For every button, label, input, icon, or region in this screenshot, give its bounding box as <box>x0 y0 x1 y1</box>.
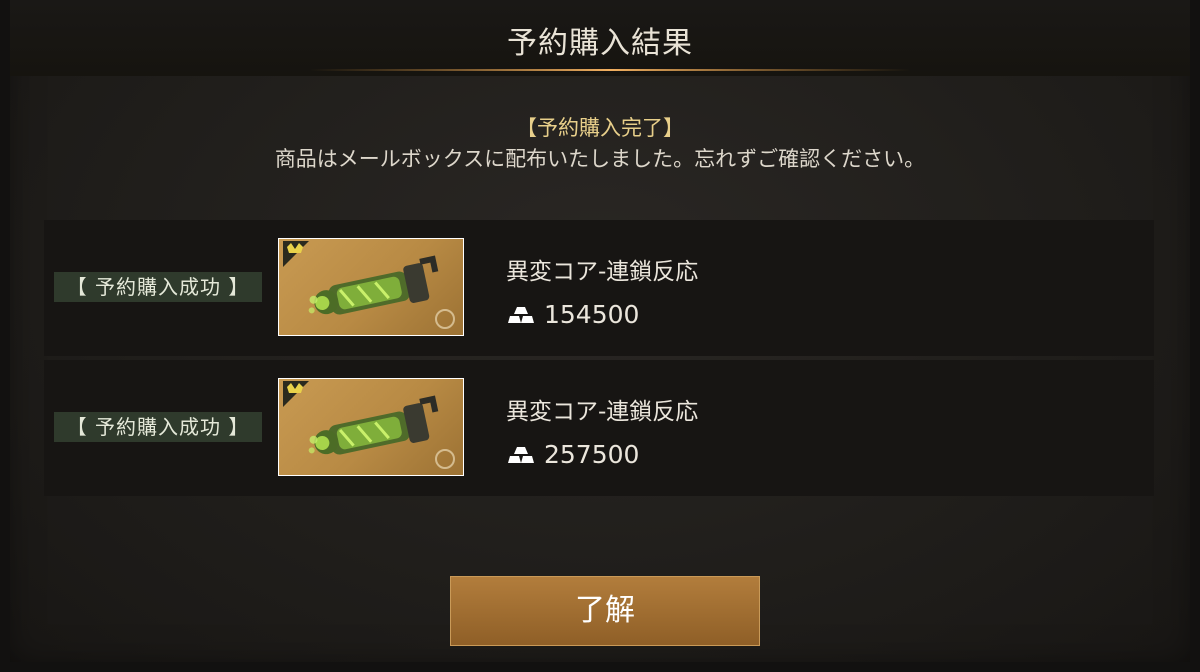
dialog-title: 予約購入結果 <box>507 26 693 61</box>
purchase-result-dialog: 予約購入結果 【予約購入完了】 商品はメールボックスに配布いたしました。忘れずご… <box>0 0 1200 672</box>
dialog-header: 予約購入結果 <box>10 0 1190 76</box>
item-name: 異変コア-連鎖反応 <box>506 399 699 425</box>
status-badge: 【 予約購入成功 】 <box>54 412 262 442</box>
status-badge: 【 予約購入成功 】 <box>54 272 262 302</box>
item-card[interactable] <box>278 238 464 336</box>
purchase-list: 【 予約購入成功 】 異変コア-連鎖反応 154500 【 予約購入成功 】 異… <box>44 220 1154 498</box>
green-core-cannon-icon <box>283 241 455 329</box>
price-value: 154500 <box>544 300 640 329</box>
green-core-cannon-icon <box>283 381 455 469</box>
silver-ingot-icon <box>508 446 534 463</box>
item-card[interactable] <box>278 378 464 476</box>
item-price: 257500 <box>506 440 639 469</box>
item-name: 異変コア-連鎖反応 <box>506 259 699 285</box>
title-divider <box>310 69 910 71</box>
price-value: 257500 <box>544 440 640 469</box>
silver-ingot-icon <box>508 306 534 323</box>
completion-heading: 【予約購入完了】 <box>516 116 684 140</box>
completion-message: 商品はメールボックスに配布いたしました。忘れずご確認ください。 <box>274 147 926 171</box>
item-price: 154500 <box>506 300 639 329</box>
list-item: 【 予約購入成功 】 <box>44 220 1154 356</box>
ok-button[interactable]: 了解 <box>450 576 760 646</box>
list-item: 【 予約購入成功 】 <box>44 360 1154 496</box>
